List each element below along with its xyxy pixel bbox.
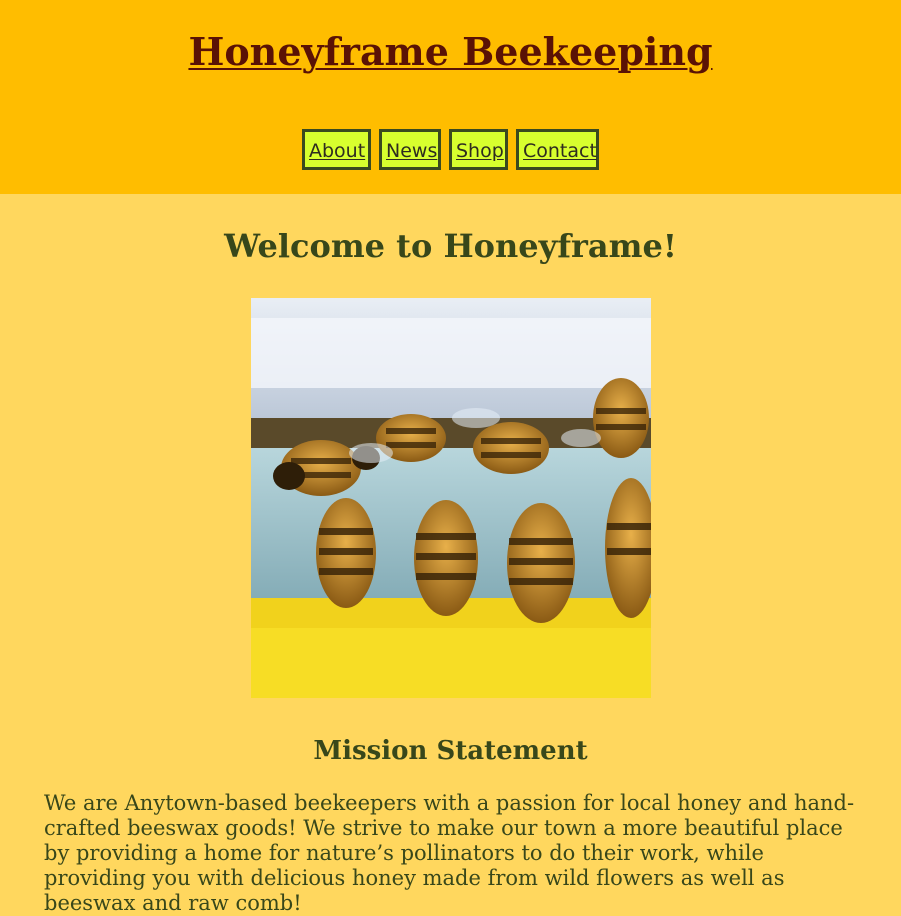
main-nav: About News Shop Contact <box>0 129 901 170</box>
main-content: Welcome to Honeyframe! Mission Statement… <box>0 194 901 916</box>
nav-item-shop[interactable]: Shop <box>449 129 508 170</box>
nav-item-contact[interactable]: Contact <box>516 129 599 170</box>
mission-heading: Mission Statement <box>313 736 588 766</box>
mission-text: We are Anytown-based beekeepers with a p… <box>44 791 855 915</box>
site-header: Honeyframe Beekeeping About News Shop Co… <box>0 0 901 194</box>
welcome-heading: Welcome to Honeyframe! <box>224 227 677 265</box>
site-title: Honeyframe Beekeeping <box>0 28 901 76</box>
nav-item-news[interactable]: News <box>379 129 441 170</box>
bees-on-hive-photo <box>250 298 651 698</box>
site-title-link[interactable]: Honeyframe Beekeeping <box>188 29 712 74</box>
nav-item-about[interactable]: About <box>302 129 371 170</box>
